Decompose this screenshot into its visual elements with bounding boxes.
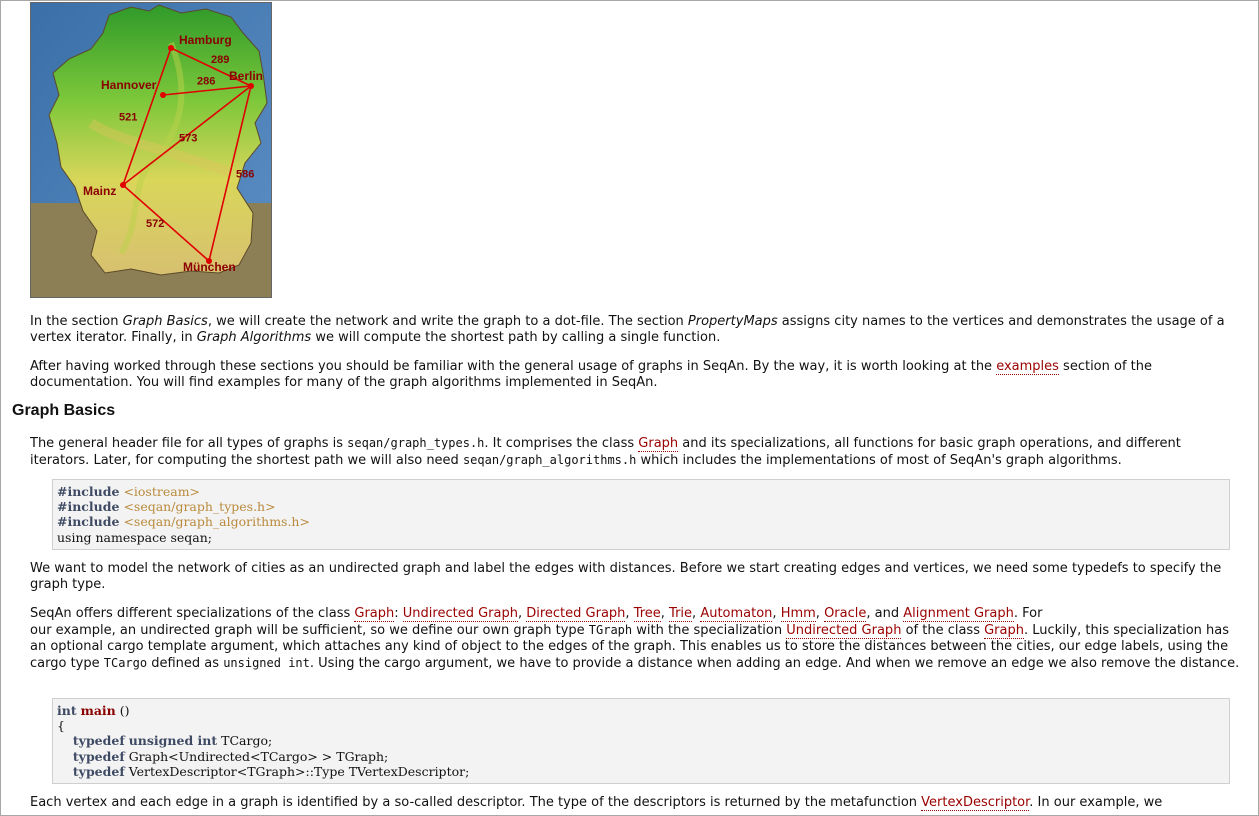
text-span: . It comprises the class [484,436,639,451]
inline-code: TGraph [588,623,633,637]
city-label: Mainz [83,184,116,198]
code-keyword: unsigned int [128,733,218,749]
distance-label: 289 [211,54,229,66]
document-page: 289 286 586 573 521 572 Hamburg Berlin Hannover M… [0,0,1259,816]
code-text: TCargo; [217,733,273,749]
separator: , [815,606,825,621]
separator: , and [866,606,904,621]
oracle-link[interactable]: Oracle [824,606,867,622]
text-span: , we will create the network and write t… [207,314,688,329]
examples-link[interactable]: examples [996,359,1059,375]
code-line: #include <iostream> [57,484,1229,499]
graph-link[interactable]: Graph [984,623,1024,639]
graph-basics-paragraph-1: The general header file for all types of… [30,435,1240,469]
code-keyword: typedef [72,763,125,779]
text-span: SeqAn offers different specializations o… [30,606,355,621]
separator: , [625,606,634,621]
city-marker [248,83,254,89]
distance-label: 586 [236,169,254,181]
vertex-descriptor-link[interactable]: VertexDescriptor [921,795,1030,811]
text-span: of the class [901,623,985,638]
preprocessor-keyword: #include [57,514,120,530]
include-path: <seqan/graph_types.h> [123,499,276,515]
undirected-graph-link[interactable]: Undirected Graph [402,606,518,622]
section-heading: Graph Basics [12,402,116,419]
text-span: which includes the implementations of mo… [636,453,1122,468]
city-marker [160,92,166,98]
code-line: { [57,718,1229,733]
text-span: we will compute the shortest path by cal… [311,330,721,345]
distance-label: 521 [119,112,137,124]
distance-label: 572 [146,218,164,230]
inline-code: TCargo [103,656,148,670]
directed-graph-link[interactable]: Directed Graph [526,606,626,622]
tree-link[interactable]: Tree [633,606,661,622]
code-text: VertexDescriptor<TGraph>::Type TVertexDe… [124,763,470,779]
graph-algorithms-ref: Graph Algorithms [196,330,312,345]
city-label: Berlin [229,69,263,83]
text-span: our example, an undirected graph will be… [30,623,589,638]
text-span: . For [1013,606,1043,621]
include-path: <iostream> [123,484,201,499]
separator: , [517,606,527,621]
preprocessor-keyword: #include [57,499,120,515]
hmm-link[interactable]: Hmm [780,606,816,622]
graph-basics-paragraph-2: We want to model the network of cities a… [30,561,1222,592]
graph-link[interactable]: Graph [638,436,679,452]
separator: , [772,606,781,621]
code-keyword: int [57,703,77,718]
graph-basics-paragraph-3: SeqAn offers different specializations o… [30,606,1240,672]
code-text: Graph<Undirected<TCargo> > TGraph; [124,748,389,764]
city-label: Hannover [101,78,157,92]
property-maps-ref: PropertyMaps [687,314,778,329]
code-text: { [57,718,65,734]
text-span: . Using the cargo argument, we have to p… [309,656,1240,671]
text-span: In the section [30,314,123,329]
city-marker [168,45,174,51]
distance-label: 286 [197,76,215,88]
separator: , [660,606,670,621]
code-line: typedef Graph<Undirected<TCargo> > TGrap… [57,749,1229,764]
alignment-graph-link[interactable]: Alignment Graph [903,606,1014,622]
code-line: typedef VertexDescriptor<TGraph>::Type T… [57,764,1229,779]
include-path: <seqan/graph_algorithms.h> [123,514,310,530]
text-span: . In our example, we [1029,795,1163,810]
code-keyword: typedef [72,748,125,764]
graph-basics-paragraph-4: Each vertex and each edge in a graph is … [30,795,1240,811]
code-text: using namespace seqan; [57,529,213,545]
code-block-includes: #include <iostream> #include <seqan/grap… [52,479,1230,550]
inline-code: seqan/graph_algorithms.h [462,453,637,467]
text-span: After having worked through these sectio… [30,359,997,374]
text-span: Each vertex and each edge in a graph is … [30,795,922,810]
graph-link[interactable]: Graph [354,606,395,622]
graph-basics-ref: Graph Basics [122,314,208,329]
automaton-link[interactable]: Automaton [700,606,773,622]
code-line: int main () [57,703,1229,718]
distance-label: 573 [179,133,197,145]
code-line: #include <seqan/graph_types.h> [57,499,1229,514]
city-marker [120,182,126,188]
inline-code: seqan/graph_types.h [347,436,485,450]
city-label: Hamburg [179,33,232,47]
code-text: () [115,703,130,718]
text-span: with the specialization [632,623,787,638]
inline-code: unsigned int [223,656,310,670]
text-span: defined as [147,656,224,671]
trie-link[interactable]: Trie [669,606,693,622]
city-label: München [183,260,236,274]
text-span: : [394,606,403,621]
code-function-name: main [80,703,116,718]
text-span: The general header file for all types of… [30,436,348,451]
intro-paragraph-2: After having worked through these sectio… [30,359,1240,391]
code-line: using namespace seqan; [57,530,1229,545]
code-block-typedefs: int main () { typedef unsigned int TCarg… [52,698,1230,785]
intro-paragraph-1: In the section Graph Basics, we will cre… [30,314,1240,346]
germany-map-figure: 289 286 586 573 521 572 Hamburg Berlin Hannover M… [31,3,271,297]
code-line: #include <seqan/graph_algorithms.h> [57,514,1229,529]
code-line: typedef unsigned int TCargo; [57,733,1229,748]
preprocessor-keyword: #include [57,484,120,499]
code-keyword: typedef [72,733,125,749]
undirected-graph-link[interactable]: Undirected Graph [786,623,902,639]
germany-map-image: 289 286 586 573 521 572 Hamburg Berlin Hannover M… [30,2,272,298]
